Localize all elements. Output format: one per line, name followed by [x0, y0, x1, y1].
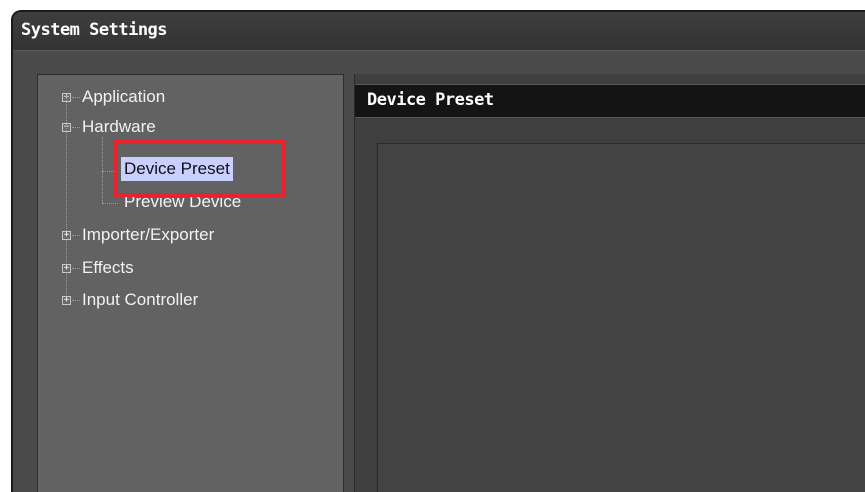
settings-tree-panel: + Application − Hardware Device Preset P: [37, 74, 344, 492]
tree-connector: [72, 235, 80, 236]
tree-item-importer-exporter[interactable]: + Importer/Exporter: [38, 223, 318, 247]
title-bar[interactable]: System Settings: [13, 12, 865, 51]
tree-item-label: Application: [82, 87, 166, 106]
content-title: Device Preset: [367, 90, 494, 110]
tree-item-hardware[interactable]: − Hardware: [38, 115, 318, 139]
expand-icon[interactable]: +: [62, 296, 71, 305]
preset-area[interactable]: [377, 143, 865, 492]
tree-connector: [72, 97, 80, 98]
tree-item-label: Input Controller: [82, 290, 199, 309]
tree-item-effects[interactable]: + Effects: [38, 256, 318, 280]
expand-icon[interactable]: +: [62, 231, 71, 240]
window-title: System Settings: [21, 20, 168, 40]
tree-item-label: Importer/Exporter: [82, 225, 215, 244]
system-settings-window: System Settings + Application − Hardware…: [11, 10, 865, 492]
tree-connector: [102, 203, 118, 204]
tree-connector: [72, 268, 80, 269]
content-header: Device Preset: [355, 84, 865, 118]
expand-icon[interactable]: +: [62, 264, 71, 273]
tree-item-input-controller[interactable]: + Input Controller: [38, 288, 318, 312]
tree-item-label: Hardware: [82, 117, 156, 136]
highlight-annotation: [114, 140, 286, 197]
tree-item-label: Effects: [82, 258, 134, 277]
settings-content-panel: Device Preset: [354, 74, 865, 492]
tree-connector: [72, 127, 80, 128]
tree-item-application[interactable]: + Application: [38, 85, 318, 109]
tree-connector: [72, 300, 80, 301]
